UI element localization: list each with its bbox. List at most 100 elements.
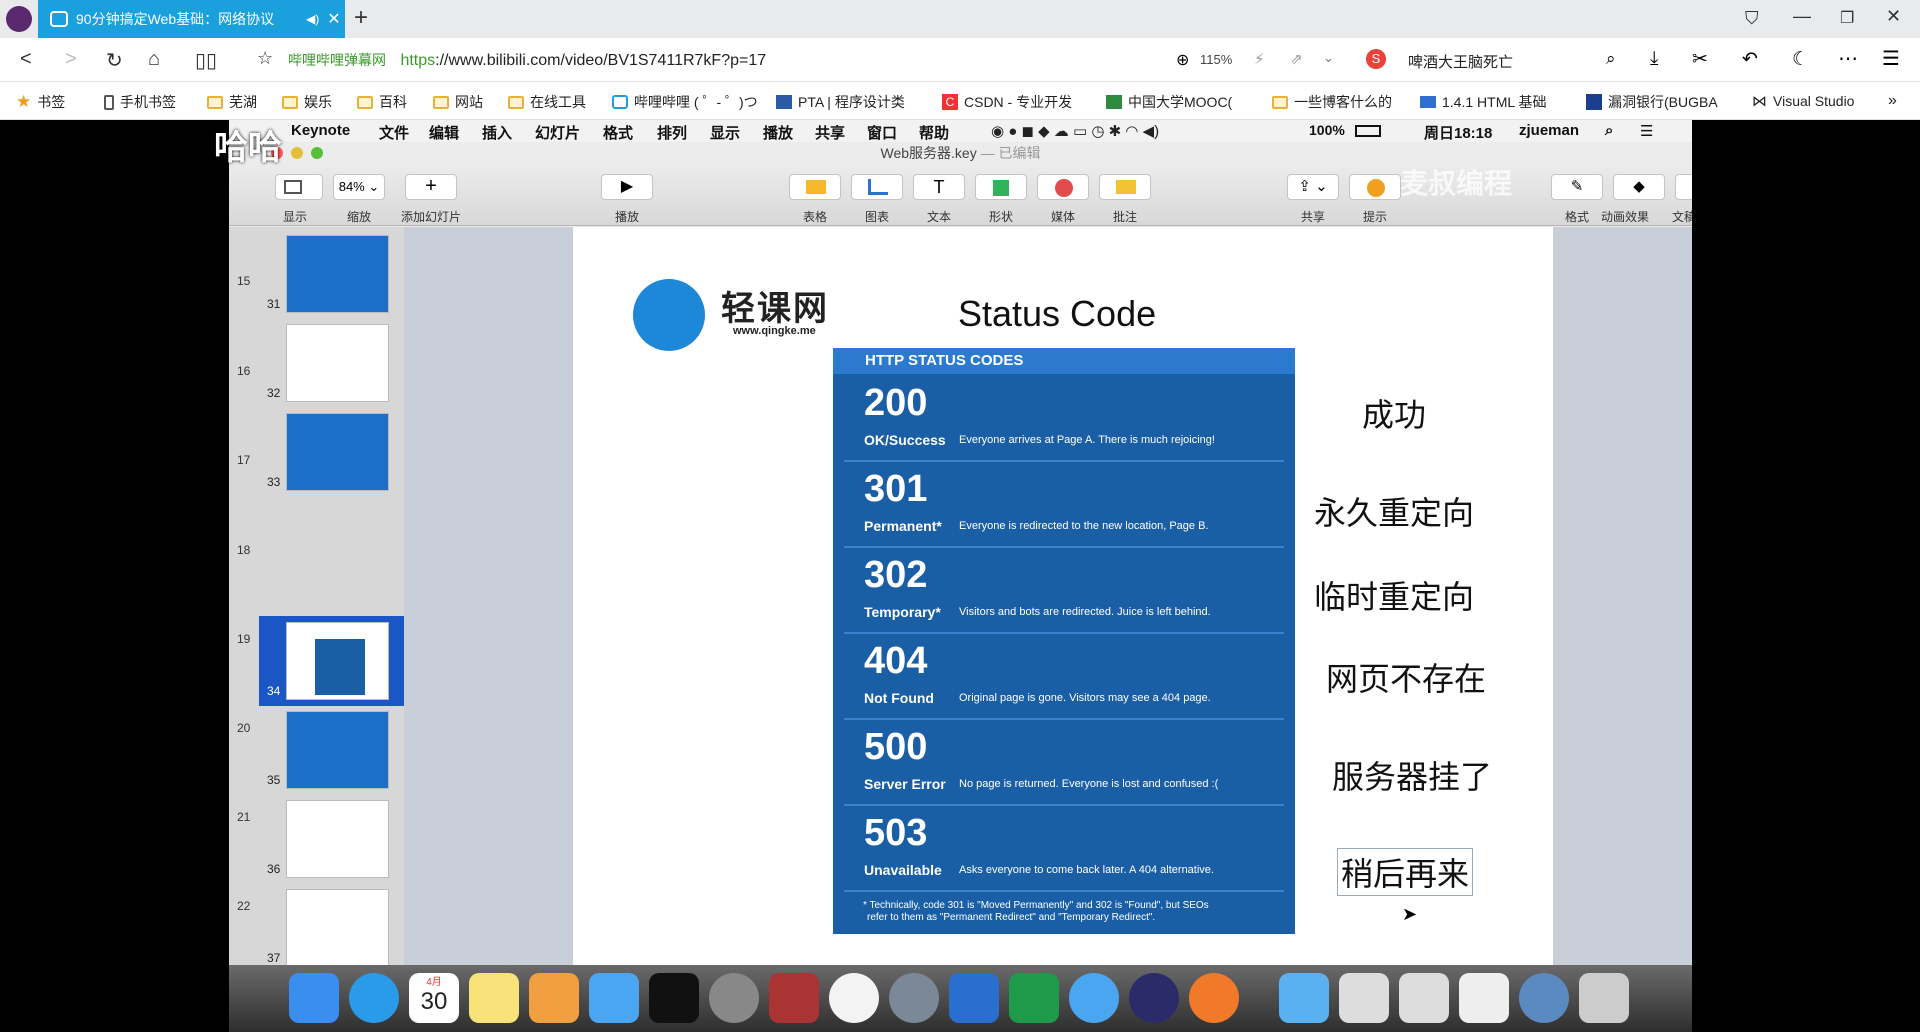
tips-button[interactable] — [1349, 174, 1401, 200]
zoom-dot[interactable] — [311, 147, 323, 159]
restore-button[interactable]: ❐ — [1840, 8, 1854, 28]
menu-slide[interactable]: 幻灯片 — [535, 122, 580, 143]
menu-icon[interactable]: ☰ — [1882, 46, 1900, 71]
night-mode-icon[interactable]: ☾ — [1792, 48, 1809, 71]
finder-icon[interactable] — [289, 973, 339, 1023]
format-button[interactable]: ✎ — [1551, 174, 1603, 200]
lightning-icon[interactable]: ⚡ — [1254, 50, 1265, 68]
pages-icon[interactable] — [529, 973, 579, 1023]
menu-insert[interactable]: 插入 — [482, 122, 512, 143]
play-button[interactable]: ▶ — [601, 174, 653, 200]
slide-thumbnail[interactable] — [286, 324, 389, 402]
menu-view[interactable]: 显示 — [710, 122, 740, 143]
slide-thumbnail[interactable] — [286, 235, 389, 313]
spotlight-icon[interactable]: ⌕ — [1605, 122, 1613, 139]
bookmark-item[interactable]: 中国大学MOOC( — [1106, 92, 1248, 112]
quicktime-icon[interactable] — [1519, 973, 1569, 1023]
menu-window[interactable]: 窗口 — [867, 122, 897, 143]
document-icon[interactable] — [1459, 973, 1509, 1023]
reader-icon[interactable]: ▯▯ — [195, 48, 217, 73]
safari-icon[interactable] — [349, 973, 399, 1023]
document-icon[interactable] — [1339, 973, 1389, 1023]
bookmark-item[interactable]: 哔哩哔哩 ( ゜- ゜)つ — [612, 92, 769, 112]
bookmark-item[interactable]: 芜湖 — [207, 92, 257, 112]
document-icon[interactable] — [1399, 973, 1449, 1023]
refresh-icon[interactable]: ↻ — [106, 48, 123, 73]
more-icon[interactable]: ⋯ — [1838, 46, 1858, 71]
bookmark-item[interactable]: 网站 — [433, 92, 483, 112]
slide-thumbnail[interactable] — [286, 889, 389, 967]
home-icon[interactable]: ⌂ — [148, 48, 160, 71]
zoom-select[interactable]: 84% ⌄ — [333, 174, 385, 200]
slide-thumbnail[interactable] — [286, 800, 389, 878]
tab-active[interactable]: 90分钟搞定Web基础：网络协议 ◀) ✕ — [38, 0, 345, 38]
keynote-icon[interactable] — [589, 973, 639, 1023]
video-player[interactable]: Keynote 文件 编辑 插入 幻灯片 格式 排列 显示 播放 共享 窗口 帮… — [0, 120, 1920, 1032]
forward-icon[interactable]: > — [65, 48, 77, 71]
search-engine-icon[interactable]: S — [1366, 49, 1386, 69]
slide-thumbnail[interactable] — [286, 711, 389, 789]
bookmark-item[interactable]: PTA | 程序设计类 — [776, 92, 916, 112]
browser-logo-icon[interactable] — [6, 6, 32, 32]
shape-button[interactable] — [975, 174, 1027, 200]
back-icon[interactable]: < — [20, 48, 32, 71]
minimize-dot[interactable] — [291, 147, 303, 159]
system-preferences-icon[interactable] — [709, 973, 759, 1023]
text-button[interactable]: T — [913, 174, 965, 200]
bookmark-item[interactable]: ⋈ Visual Studio — [1752, 92, 1865, 110]
bookmark-item[interactable]: 娱乐 — [282, 92, 332, 112]
undo-icon[interactable]: ↶ — [1742, 48, 1758, 71]
notification-icon[interactable]: ☰ — [1640, 122, 1653, 140]
notes-icon[interactable] — [469, 973, 519, 1023]
view-button[interactable] — [275, 174, 323, 200]
minimize-button[interactable]: — — [1793, 6, 1811, 27]
zoom-icon[interactable]: ⊕ — [1176, 50, 1189, 70]
menu-share[interactable]: 共享 — [815, 122, 845, 143]
firefox-icon[interactable] — [1189, 973, 1239, 1023]
media-button[interactable] — [1037, 174, 1089, 200]
menu-arrange[interactable]: 排列 — [657, 122, 687, 143]
bookmark-item[interactable]: 手机书签 — [104, 92, 176, 112]
tshirt-icon[interactable]: ⛉ — [1745, 8, 1759, 29]
excel-icon[interactable] — [1009, 973, 1059, 1023]
download-icon[interactable]: ⤓ — [1650, 48, 1658, 70]
share-button[interactable]: ⇪ ⌄ — [1287, 174, 1339, 200]
menu-file[interactable]: 文件 — [379, 122, 409, 143]
menu-edit[interactable]: 编辑 — [429, 122, 459, 143]
eclipse-icon[interactable] — [1129, 973, 1179, 1023]
bookmark-item[interactable]: C CSDN - 专业开发 — [942, 92, 1074, 112]
photos-icon[interactable] — [829, 973, 879, 1023]
bookmark-item[interactable]: 1.4.1 HTML 基础 — [1420, 92, 1554, 112]
scissors-icon[interactable]: ✂ — [1692, 48, 1708, 71]
bookmark-item[interactable]: 在线工具 — [508, 92, 586, 112]
bookmark-item[interactable]: ★ 书签 — [16, 92, 65, 112]
launchpad-icon[interactable] — [889, 973, 939, 1023]
star-icon[interactable]: ☆ — [257, 48, 273, 69]
terminal-icon[interactable] — [649, 973, 699, 1023]
chart-button[interactable] — [851, 174, 903, 200]
slide-thumbnail-selected[interactable] — [286, 622, 389, 700]
bookmark-item[interactable]: 一些博客什么的 — [1272, 92, 1404, 112]
document-button[interactable] — [1675, 174, 1692, 200]
tab-close-icon[interactable]: ✕ — [327, 9, 340, 29]
comment-button[interactable] — [1099, 174, 1151, 200]
address-bar[interactable]: 哔哩哔哩弹幕网 https://www.bilibili.com/video/B… — [288, 50, 766, 70]
share-icon[interactable]: ⇗ — [1290, 50, 1303, 68]
dropdown-icon[interactable]: ⌄ — [1323, 50, 1334, 66]
slide-thumbnail[interactable] — [286, 413, 389, 491]
word-icon[interactable] — [949, 973, 999, 1023]
bookmark-item[interactable]: 百科 — [357, 92, 407, 112]
close-window-button[interactable]: ✕ — [1886, 6, 1901, 27]
app-menu[interactable]: Keynote — [291, 122, 350, 139]
table-button[interactable] — [789, 174, 841, 200]
bookmark-item[interactable]: 漏洞银行(BUGBA — [1586, 92, 1728, 112]
qq-icon[interactable] — [1069, 973, 1119, 1023]
folder-icon[interactable] — [1279, 973, 1329, 1023]
bookmarks-overflow-icon[interactable]: » — [1888, 92, 1897, 110]
annotation-503[interactable]: 稍后再来 — [1337, 848, 1474, 896]
menu-help[interactable]: 帮助 — [919, 122, 949, 143]
animate-button[interactable]: ◆ — [1613, 174, 1665, 200]
menu-play[interactable]: 播放 — [763, 122, 793, 143]
dictionary-icon[interactable] — [769, 973, 819, 1023]
menu-format[interactable]: 格式 — [603, 122, 633, 143]
